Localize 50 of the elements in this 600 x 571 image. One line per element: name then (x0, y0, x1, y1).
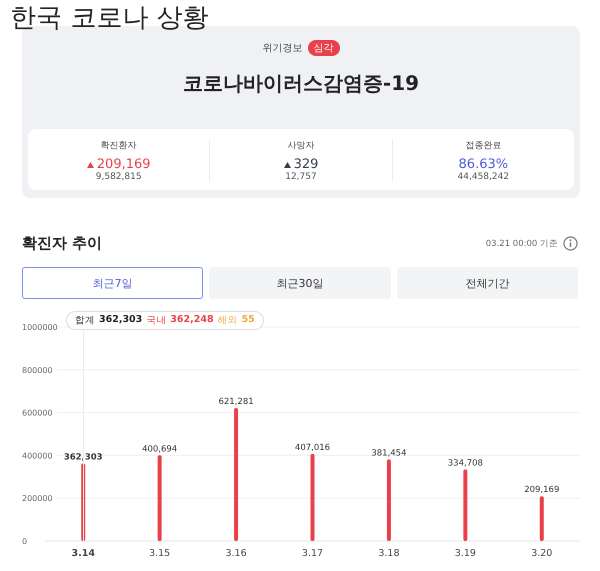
disease-name: 코로나바이러스감염증-19 (182, 70, 420, 97)
period-tab[interactable]: 전체기간 (396, 267, 578, 299)
tooltip-text: 해외 (218, 314, 238, 327)
stat-value: 86.63% (458, 157, 508, 172)
stat-value: 329 (294, 157, 318, 172)
y-axis-label: 600000 (22, 408, 53, 418)
tooltip-text: 국내 (146, 314, 166, 327)
bar-value-label: 621,281 (218, 397, 254, 408)
bar-value-label: 407,016 (294, 442, 330, 453)
stat-value: 209,169 (96, 157, 151, 172)
tooltip-text: 362,303 (99, 314, 142, 327)
stat-label: 확진환자 (100, 140, 137, 152)
timestamp: 03.21 00:00 기준 (486, 238, 558, 250)
x-axis-label: 3.14 (72, 548, 95, 559)
stat-label: 접종완료 (465, 140, 502, 152)
x-axis-label: 3.18 (378, 548, 400, 559)
bar[interactable] (386, 459, 391, 541)
info-icon[interactable] (563, 236, 578, 251)
tooltip-text: 55 (242, 314, 255, 327)
x-axis-label: 3.17 (302, 548, 324, 559)
y-axis-label: 1000000 (22, 323, 58, 332)
period-tab[interactable]: 최근7일 (22, 267, 204, 299)
y-axis-label: 400000 (22, 451, 53, 460)
tooltip-text: 합계 (75, 314, 95, 327)
tooltip-text: 362,248 (170, 314, 214, 327)
stat-total: 12,757 (285, 172, 317, 182)
x-axis-label: 3.20 (531, 548, 552, 559)
x-axis-label: 3.16 (226, 548, 247, 559)
stat-total: 9,582,815 (96, 172, 142, 182)
bar-value-label: 334,708 (448, 458, 483, 468)
y-axis-label: 200000 (22, 494, 53, 504)
y-axis-label: 0 (22, 537, 28, 546)
bar-value-label: 400,694 (142, 444, 178, 454)
bar[interactable] (540, 496, 544, 541)
bar-value-label: 209,169 (524, 485, 560, 496)
bar-value-label: 381,454 (371, 448, 406, 458)
alert-label: 위기경보 (262, 42, 302, 55)
bar[interactable] (234, 408, 238, 541)
section-title: 확진자 추이 (22, 234, 102, 253)
x-axis-label: 3.15 (149, 548, 170, 559)
x-axis-label: 3.19 (454, 548, 476, 559)
period-tab[interactable]: 최근30일 (209, 267, 391, 299)
bar[interactable] (463, 469, 468, 541)
bar[interactable] (158, 455, 162, 541)
alert-level-badge: 심각 (308, 40, 340, 56)
y-axis-label: 800000 (22, 366, 53, 375)
page-title: 한국 코로나 상황 (9, 2, 210, 34)
bar-value-label: 362,303 (64, 452, 103, 462)
stat-label: 사망자 (287, 140, 314, 152)
stat-total: 44,458,242 (458, 172, 510, 182)
